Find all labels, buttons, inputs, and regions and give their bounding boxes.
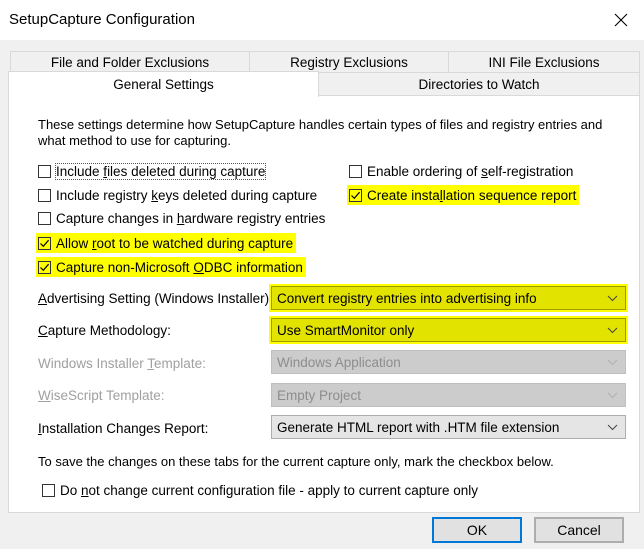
select-value: Windows Application (277, 354, 401, 370)
checkbox-box (38, 260, 51, 274)
tab-ini-file-exclusions[interactable]: INI File Exclusions (448, 51, 640, 73)
windows-installer-template-label: Windows Installer Template: (38, 356, 206, 371)
current-capture-note: To save the changes on these tabs for th… (38, 454, 554, 469)
checkbox-box (38, 211, 51, 225)
checkbox-box (38, 236, 51, 250)
intro-text: These settings determine how SetupCaptur… (38, 117, 603, 148)
checkmark-icon (40, 239, 50, 247)
wisescript-template-label: WiseScript Template: (38, 388, 165, 403)
checkbox-box (349, 188, 362, 202)
checkbox-label: Allow root to be watched during capture (56, 235, 294, 251)
close-icon (614, 13, 628, 27)
tab-label: General Settings (113, 77, 214, 92)
checkbox-label: Capture non-Microsoft ODBC information (56, 259, 303, 275)
chevron-down-icon (607, 327, 618, 334)
window-title: SetupCapture Configuration (9, 11, 195, 28)
select-value: Use SmartMonitor only (277, 322, 415, 338)
tab-label: File and Folder Exclusions (50, 55, 210, 70)
select-value: Empty Project (277, 387, 362, 403)
installation-changes-report-label: Installation Changes Report: (38, 421, 209, 436)
wisescript-template-select: Empty Project (271, 383, 626, 407)
tab-file-folder-exclusions[interactable]: File and Folder Exclusions (10, 51, 250, 73)
checkmark-icon (40, 263, 50, 271)
checkbox-box (42, 483, 55, 497)
checkbox-label: Capture changes in hardware registry ent… (56, 210, 326, 226)
select-value: Generate HTML report with .HTM file exte… (277, 419, 560, 435)
windows-installer-template-select: Windows Application (271, 350, 626, 374)
title-bar: SetupCapture Configuration (0, 0, 644, 40)
tab-label: Directories to Watch (418, 76, 540, 92)
checkbox-label: Include registry keys deleted during cap… (56, 187, 318, 203)
close-button[interactable] (598, 0, 644, 40)
enable-self-registration-ordering-checkbox[interactable]: Enable ordering of self-registration (347, 161, 576, 181)
installation-changes-report-select[interactable]: Generate HTML report with .HTM file exte… (271, 415, 626, 439)
capture-methodology-label: Capture Methodology: (38, 323, 171, 338)
checkbox-label: Create installation sequence report (367, 187, 577, 203)
cancel-button[interactable]: Cancel (534, 517, 624, 543)
checkbox-label: Enable ordering of self-registration (367, 163, 574, 179)
checkbox-box (38, 164, 51, 178)
general-settings-panel: These settings determine how SetupCaptur… (8, 95, 640, 513)
checkbox-label: Do not change current configuration file… (60, 482, 479, 498)
allow-root-watched-checkbox[interactable]: Allow root to be watched during capture (36, 233, 297, 253)
capture-hardware-registry-checkbox[interactable]: Capture changes in hardware registry ent… (36, 208, 328, 228)
capture-odbc-checkbox[interactable]: Capture non-Microsoft ODBC information (36, 257, 306, 277)
capture-methodology-select[interactable]: Use SmartMonitor only (269, 316, 628, 344)
checkbox-box (349, 164, 362, 178)
chevron-down-icon (607, 359, 618, 366)
ok-button[interactable]: OK (432, 517, 522, 543)
apply-current-capture-only-checkbox[interactable]: Do not change current configuration file… (40, 480, 481, 500)
advertising-setting-select[interactable]: Convert registry entries into advertisin… (269, 284, 628, 312)
tab-label: Registry Exclusions (290, 55, 408, 70)
checkmark-icon (351, 191, 361, 199)
create-installation-sequence-report-checkbox[interactable]: Create installation sequence report (347, 185, 580, 205)
select-value: Convert registry entries into advertisin… (277, 290, 537, 306)
tab-registry-exclusions[interactable]: Registry Exclusions (249, 51, 449, 73)
chevron-down-icon (607, 392, 618, 399)
include-files-deleted-checkbox[interactable]: Include files deleted during capture (36, 161, 268, 181)
tab-directories-to-watch[interactable]: Directories to Watch (318, 72, 640, 96)
checkbox-label: Include files deleted during capture (54, 162, 267, 180)
include-registry-keys-deleted-checkbox[interactable]: Include registry keys deleted during cap… (36, 185, 320, 205)
chevron-down-icon (607, 424, 618, 431)
tab-general-settings[interactable]: General Settings (8, 71, 319, 97)
advertising-setting-label: Advertising Setting (Windows Installer): (38, 291, 273, 306)
tab-label: INI File Exclusions (488, 55, 600, 70)
checkbox-box (38, 188, 51, 202)
chevron-down-icon (607, 295, 618, 302)
